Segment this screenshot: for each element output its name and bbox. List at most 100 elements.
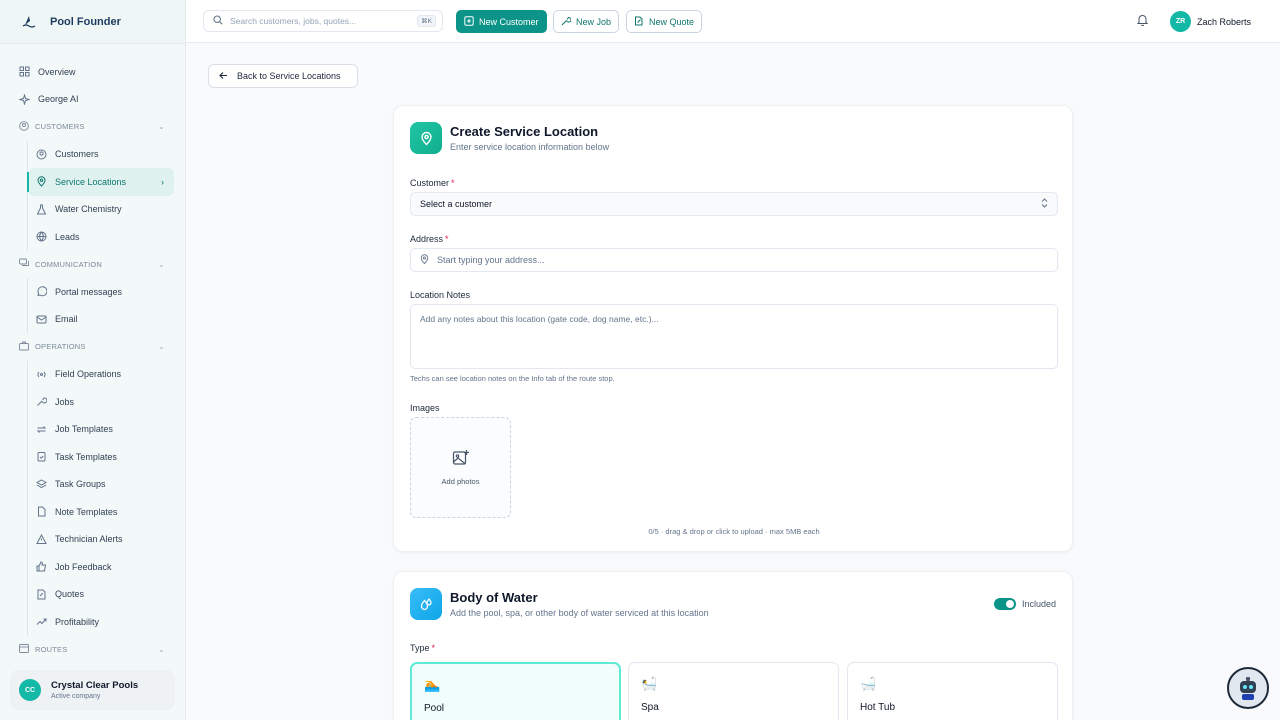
image-upload-dropzone[interactable]: Add photos xyxy=(410,417,511,518)
sidebar-item-label: George AI xyxy=(38,94,79,105)
wrench-icon xyxy=(561,16,572,28)
customer-select-value: Select a customer xyxy=(420,199,493,209)
type-name: Spa xyxy=(641,702,659,713)
wrench-icon xyxy=(36,396,47,407)
new-job-label: New Job xyxy=(576,16,612,27)
sidebar-item-label: Email xyxy=(55,314,78,325)
globe-icon xyxy=(36,231,47,243)
sidebar-item-technician-alerts[interactable]: Technician Alerts xyxy=(28,526,185,554)
brand[interactable]: Pool Founder xyxy=(0,0,185,44)
type-label: Type * xyxy=(410,643,436,653)
new-customer-button[interactable]: New Customer xyxy=(456,10,547,33)
upload-hint: 0/5 · drag & drop or click to upload · m… xyxy=(648,527,820,536)
back-button[interactable]: Back to Service Locations xyxy=(208,64,358,88)
sidebar-item-portal-messages[interactable]: Portal messages xyxy=(28,278,185,306)
radio-signal-icon xyxy=(36,369,47,380)
sidebar-item-leads[interactable]: Leads xyxy=(28,223,185,251)
section-title: COMMUNICATION xyxy=(35,259,103,269)
sidebar-item-field-operations[interactable]: Field Operations xyxy=(28,361,185,389)
file-icon xyxy=(36,506,47,517)
search-icon xyxy=(213,15,223,27)
sidebar-item-water-chemistry[interactable]: Water Chemistry xyxy=(28,196,185,224)
message-circle-icon xyxy=(36,286,47,297)
company-status: Active company xyxy=(51,693,101,700)
sidebar-item-note-templates[interactable]: Note Templates xyxy=(28,498,185,526)
notes-textarea[interactable]: Add any notes about this location (gate … xyxy=(410,304,1058,369)
file-edit-icon xyxy=(36,589,47,600)
assistant-bot-button[interactable] xyxy=(1227,667,1269,709)
sidebar-item-label: Quotes xyxy=(55,589,85,600)
toggle-switch[interactable] xyxy=(993,598,1016,610)
search-shortcut: ⌘K xyxy=(417,15,436,27)
sidebar-item-job-templates[interactable]: Job Templates xyxy=(28,416,185,444)
address-input[interactable]: Start typing your address... xyxy=(410,248,1058,272)
card-subtitle: Add the pool, spa, or other body of wate… xyxy=(450,608,709,618)
create-location-card: Create Service Location Enter service lo… xyxy=(393,105,1073,552)
chevron-down-icon: ⌄ xyxy=(158,644,165,654)
sidebar-item-label: Water Chemistry xyxy=(55,204,122,215)
section-title: ROUTES xyxy=(35,644,68,654)
droplets-icon xyxy=(410,588,442,620)
sidebar-item-label: Jobs xyxy=(55,396,75,407)
sidebar-item-label: Technician Alerts xyxy=(55,534,123,545)
logo-icon xyxy=(22,14,36,30)
customers-group: Customers Service Locations › Water Chem… xyxy=(27,140,185,251)
sidebar-item-email[interactable]: Email xyxy=(28,306,185,334)
sidebar-item-quotes[interactable]: Quotes xyxy=(28,581,185,609)
search-placeholder: Search customers, jobs, quotes... xyxy=(230,16,357,26)
thumbs-up-icon xyxy=(36,561,47,572)
sidebar-item-job-feedback[interactable]: Job Feedback xyxy=(28,553,185,581)
sidebar-item-label: Profitability xyxy=(55,616,100,627)
bell-icon[interactable] xyxy=(1136,14,1149,28)
map-pin-icon xyxy=(410,122,442,154)
sidebar-item-jobs[interactable]: Jobs xyxy=(28,388,185,416)
notes-hint: Techs can see location notes on the Info… xyxy=(410,374,615,383)
type-option-pool[interactable]: 🏊 Pool xyxy=(410,662,621,720)
sidebar-item-label: Note Templates xyxy=(55,506,118,517)
sidebar-item-profitability[interactable]: Profitability xyxy=(28,608,185,636)
section-communication[interactable]: COMMUNICATION ⌄ xyxy=(0,251,185,279)
type-name: Pool xyxy=(424,703,445,714)
spa-icon: 🛀 xyxy=(641,676,658,691)
type-option-spa[interactable]: 🛀 Spa xyxy=(628,662,839,720)
add-photos-label: Add photos xyxy=(441,477,480,486)
new-job-button[interactable]: New Job xyxy=(553,10,620,33)
company-name: Crystal Clear Pools xyxy=(51,680,139,691)
sidebar-item-label: Task Groups xyxy=(55,479,106,490)
sidebar-item-label: Field Operations xyxy=(55,369,122,380)
sidebar-item-task-groups[interactable]: Task Groups xyxy=(28,471,185,499)
address-label: Address * xyxy=(410,234,449,244)
section-routes[interactable]: ROUTES ⌄ xyxy=(0,636,185,664)
sidebar-item-label: Job Templates xyxy=(55,424,113,435)
section-title: CUSTOMERS xyxy=(35,122,85,132)
new-quote-button[interactable]: New Quote xyxy=(626,10,703,33)
sidebar-item-george-ai[interactable]: George AI xyxy=(0,86,185,114)
address-placeholder: Start typing your address... xyxy=(437,255,545,265)
sidebar-nav: Overview George AI CUSTOMERS ⌄ Customers… xyxy=(0,44,185,663)
map-pin-icon xyxy=(36,176,47,187)
sidebar-item-task-templates[interactable]: Task Templates xyxy=(28,443,185,471)
chevron-right-icon: › xyxy=(161,176,164,187)
bathtub-icon: 🛁 xyxy=(860,676,877,691)
included-toggle[interactable]: Included xyxy=(993,598,1056,610)
sidebar-item-customers[interactable]: Customers xyxy=(28,141,185,169)
customer-select[interactable]: Select a customer xyxy=(410,192,1058,216)
section-operations[interactable]: OPERATIONS ⌄ xyxy=(0,333,185,361)
clipboard-check-icon xyxy=(36,451,47,462)
sidebar-item-label: Portal messages xyxy=(55,286,123,297)
sidebar-item-overview[interactable]: Overview xyxy=(0,58,185,86)
chevron-up-down-icon xyxy=(1041,198,1048,210)
chevron-down-icon: ⌄ xyxy=(158,259,165,269)
sidebar-item-label: Service Locations xyxy=(55,176,127,187)
type-option-hot-tub[interactable]: 🛁 Hot Tub xyxy=(847,662,1058,720)
sidebar-item-service-locations[interactable]: Service Locations › xyxy=(27,168,174,196)
body-of-water-card: Body of Water Add the pool, spa, or othe… xyxy=(393,571,1073,720)
arrow-left-icon xyxy=(219,71,228,82)
sidebar-item-label: Task Templates xyxy=(55,451,117,462)
customer-label: Customer * xyxy=(410,178,455,188)
search-input[interactable]: Search customers, jobs, quotes... ⌘K xyxy=(203,10,443,32)
section-customers[interactable]: CUSTOMERS ⌄ xyxy=(0,113,185,141)
trending-up-icon xyxy=(36,616,47,627)
company-switcher[interactable]: CC Crystal Clear Pools Active company xyxy=(10,670,175,710)
user-menu[interactable]: ZR Zach Roberts xyxy=(1170,11,1251,32)
